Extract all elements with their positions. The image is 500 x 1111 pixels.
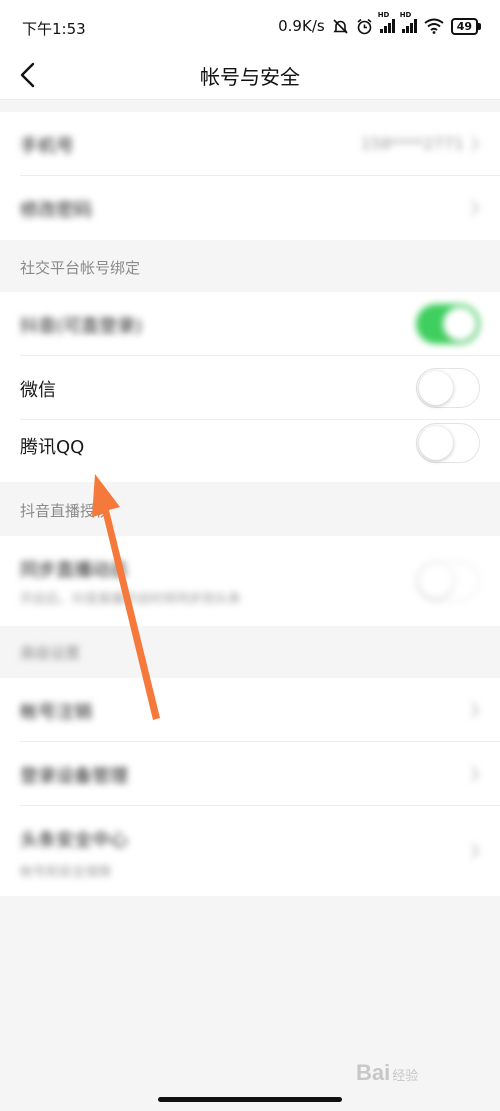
watermark-suffix: 经验 (392, 1068, 419, 1083)
phone-row[interactable]: 手机号 158****2771 (0, 112, 500, 176)
status-icons: 0.9K/s HD HD 49 (278, 11, 482, 35)
toggle-knob (419, 564, 453, 598)
baidu-watermark: Bai 经验 (356, 1060, 418, 1086)
live-group: 同步直播动态 开启后，抖音直播开启时将同步到头条 (0, 536, 500, 626)
wechat-toggle[interactable] (416, 368, 480, 408)
douyin-toggle[interactable] (416, 304, 480, 344)
status-bar: 下午1:53 0.9K/s HD HD 49 (0, 0, 500, 52)
wechat-label: 微信 (20, 380, 56, 401)
nav-bar: 帐号与安全 (0, 52, 500, 100)
qq-label: 腾讯QQ (20, 437, 85, 458)
status-time: 下午1:53 (22, 20, 86, 38)
chevron-right-icon (471, 843, 480, 859)
social-group: 抖音(可直登录) 微信 腾讯QQ (0, 292, 500, 482)
live-section-header: 抖音直播授权 (20, 502, 111, 520)
toggle-knob (419, 371, 453, 405)
battery-icon: 49 (450, 17, 482, 35)
sync-live-toggle[interactable] (416, 561, 480, 601)
account-group: 手机号 158****2771 修改密码 (0, 112, 500, 240)
deactivate-row[interactable]: 帐号注销 (0, 678, 500, 742)
douyin-label: 抖音(可直登录) (20, 316, 143, 337)
toggle-knob (443, 307, 477, 341)
social-row-qq: 腾讯QQ (0, 420, 500, 482)
chevron-right-icon (471, 136, 480, 152)
phone-value: 158****2771 (360, 134, 464, 153)
password-label: 修改密码 (20, 200, 92, 221)
toggle-knob (419, 426, 453, 460)
security-center-desc: 帐号和安全保障 (20, 865, 112, 880)
home-indicator[interactable] (158, 1097, 342, 1102)
chevron-right-icon (471, 766, 480, 782)
sync-live-row: 同步直播动态 开启后，抖音直播开启时将同步到头条 (0, 536, 500, 626)
sync-live-desc: 开启后，抖音直播开启时将同步到头条 (20, 592, 242, 607)
device-management-row[interactable]: 登录设备管理 (0, 742, 500, 806)
security-center-row[interactable]: 头条安全中心 帐号和安全保障 (0, 806, 500, 896)
social-row-wechat: 微信 (0, 356, 500, 420)
password-row[interactable]: 修改密码 (0, 176, 500, 240)
security-center-label: 头条安全中心 (20, 830, 128, 851)
chevron-right-icon (471, 702, 480, 718)
muted-bell-icon (333, 18, 348, 34)
qq-toggle[interactable] (416, 423, 480, 463)
advanced-group: 帐号注销 登录设备管理 头条安全中心 帐号和安全保障 (0, 678, 500, 896)
social-row-douyin: 抖音(可直登录) (0, 292, 500, 356)
advanced-section-header: 高级设置 (20, 644, 81, 662)
chevron-right-icon (471, 200, 480, 216)
page-title: 帐号与安全 (200, 65, 300, 89)
wifi-icon (424, 18, 444, 34)
watermark-brand: Bai (356, 1060, 391, 1085)
phone-label: 手机号 (20, 136, 74, 157)
social-section-header: 社交平台帐号绑定 (20, 259, 141, 277)
device-management-label: 登录设备管理 (20, 766, 128, 787)
deactivate-label: 帐号注销 (20, 702, 92, 723)
network-speed: 0.9K/s (278, 17, 325, 35)
signal-hd-icon: HD (378, 11, 395, 33)
signal-hd-icon: HD (400, 11, 417, 33)
sync-live-label: 同步直播动态 (20, 560, 128, 581)
alarm-icon (357, 18, 372, 34)
